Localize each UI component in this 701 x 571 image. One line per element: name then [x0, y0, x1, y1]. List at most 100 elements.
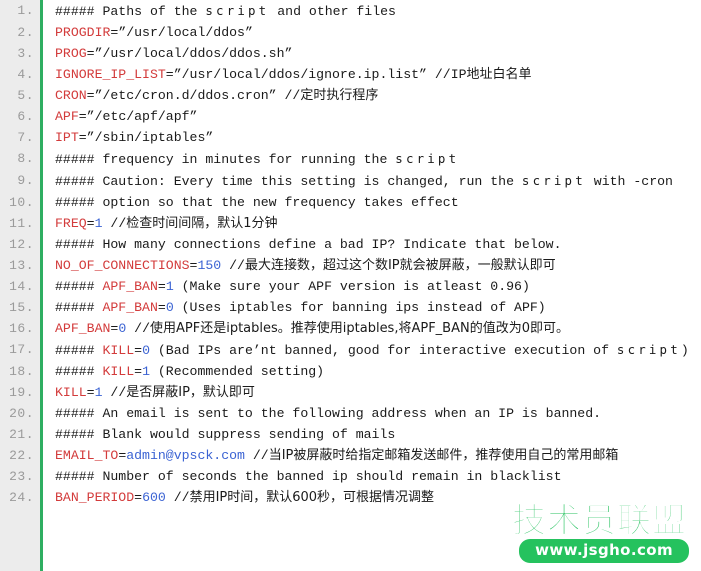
code-token-num: 1	[94, 216, 103, 231]
code-token-plain: //	[102, 385, 127, 400]
code-token-var: BAN_PERIOD	[55, 490, 135, 505]
code-token-var: APF_BAN	[102, 279, 158, 294]
code-token-plain: #####	[55, 364, 103, 379]
code-token-plain: ##### frequency in minutes for running t…	[55, 152, 396, 167]
code-line[interactable]: 13. NO_OF_CONNECTIONS=150 //最大连接数，超过这个数IP…	[0, 255, 701, 276]
code-token-plain: =	[134, 490, 143, 505]
code-line[interactable]: 3. PROG=”/usr/local/ddos/ddos.sh”	[0, 43, 701, 64]
code-token-var: KILL	[102, 364, 135, 379]
code-line[interactable]: 5. CRON=”/etc/cron.d/ddos.cron” //定时执行程序	[0, 85, 701, 106]
code-token-plain: (Recommended setting)	[149, 364, 325, 379]
code-token-var: EMAIL_TO	[55, 448, 119, 463]
code-token-script: script	[521, 173, 586, 188]
code-line[interactable]: 6. APF=”/etc/apf/apf”	[0, 106, 701, 127]
code-token-plain: #####	[55, 343, 103, 358]
code-token-var: IGNORE_IP_LIST	[55, 67, 166, 82]
code-line[interactable]: 7. IPT=”/sbin/iptables”	[0, 127, 701, 148]
code-token-plain: (Make sure your APF version is atleast 0…	[173, 279, 530, 294]
line-number: 5.	[17, 88, 34, 103]
watermark-brand-text: 技术员联盟	[512, 501, 687, 541]
code-line[interactable]: 8. ##### frequency in minutes for running…	[0, 148, 701, 170]
code-line[interactable]: 4. IGNORE_IP_LIST=”/usr/local/ddos/ignore…	[0, 64, 701, 85]
code-token-num: 0	[142, 343, 150, 358]
code-line[interactable]: 23. ##### Number of seconds the banned ip…	[0, 466, 701, 487]
code-token-cn: 定时执行程序	[300, 88, 379, 103]
code-token-script: script	[395, 151, 460, 166]
code-token-plain: #####	[55, 279, 103, 294]
code-token-plain: ##### Number of seconds the banned ip sh…	[55, 469, 562, 484]
code-line[interactable]: 15. ##### APF_BAN=0 (Uses iptables for ba…	[0, 297, 701, 318]
code-line[interactable]: 20. ##### An email is sent to the followi…	[0, 403, 701, 424]
code-token-var: APF_BAN	[102, 300, 158, 315]
code-token-var: APF	[55, 109, 79, 124]
line-number: 9.	[17, 173, 34, 188]
code-block: 1. ##### Paths of the script and other fi…	[0, 0, 701, 571]
watermark-url-badge: www.jsgho.com	[519, 539, 689, 563]
code-token-cn: 检查时间间隔，默认1分钟	[126, 216, 278, 231]
line-number: 18.	[9, 364, 34, 379]
code-token-var: CRON	[55, 88, 87, 103]
code-line[interactable]: 11. FREQ=1 //检查时间间隔，默认1分钟	[0, 213, 701, 234]
line-number: 10.	[9, 195, 34, 210]
code-token-plain: =”/etc/cron.d/ddos.cron” //	[86, 88, 301, 103]
code-token-plain: //	[244, 448, 269, 463]
code-line[interactable]: 2. PROGDIR=”/usr/local/ddos”	[0, 22, 701, 43]
code-token-var: PROGDIR	[55, 25, 111, 40]
line-number: 15.	[9, 300, 34, 315]
code-line[interactable]: 19. KILL=1 //是否屏蔽IP，默认即可	[0, 382, 701, 403]
code-token-plain: =	[86, 216, 95, 231]
line-number: 24.	[9, 490, 34, 505]
code-token-num: 600	[142, 490, 166, 505]
code-token-var: KILL	[102, 343, 135, 358]
code-line[interactable]: 18. ##### KILL=1 (Recommended setting)	[0, 361, 701, 382]
code-token-plain: =”/usr/local/ddos/ignore.ip.list” //IP	[165, 67, 467, 82]
code-line[interactable]: 14. ##### APF_BAN=1 (Make sure your APF v…	[0, 276, 701, 297]
code-token-num: 1	[142, 364, 150, 379]
code-token-plain: =	[157, 279, 166, 294]
line-number: 14.	[9, 279, 34, 294]
code-token-cn: 地址白名单	[466, 67, 532, 82]
line-number: 8.	[17, 151, 34, 166]
code-line[interactable]: 24. BAN_PERIOD=600 //禁用IP时间，默认600秒，可根据情况调…	[0, 487, 701, 508]
code-line[interactable]: 1. ##### Paths of the script and other fi…	[0, 0, 701, 22]
code-token-script: script	[205, 3, 270, 18]
code-token-plain: =	[134, 343, 143, 358]
code-token-plain: =	[157, 300, 166, 315]
line-number: 20.	[9, 406, 34, 421]
code-token-plain: //	[102, 216, 127, 231]
code-token-cn: 是否屏蔽IP，默认即可	[126, 385, 255, 400]
line-number: 1.	[17, 3, 34, 18]
code-token-var: PROG	[55, 46, 87, 61]
code-token-plain: =	[86, 385, 95, 400]
code-token-num: 0	[165, 300, 174, 315]
code-token-plain: (Uses iptables for banning ips instead o…	[173, 300, 546, 315]
code-line[interactable]: 16. APF_BAN=0 //使用APF还是iptables。推荐使用iptab…	[0, 318, 701, 339]
code-line[interactable]: 17. ##### KILL=0 (Bad IPs are’nt banned, …	[0, 339, 701, 361]
line-number: 7.	[17, 130, 34, 145]
line-number: 22.	[9, 448, 34, 463]
code-token-plain: =	[134, 364, 143, 379]
code-line[interactable]: 22. EMAIL_TO=admin@vpsck.com //当IP被屏蔽时给指定…	[0, 445, 701, 466]
code-line[interactable]: 10. ##### option so that the new frequenc…	[0, 192, 701, 213]
code-token-plain: ##### option so that the new frequency t…	[55, 195, 459, 210]
code-token-var: APF_BAN	[55, 321, 111, 336]
code-token-plain: =”/etc/apf/apf”	[78, 109, 198, 124]
code-token-num: 150	[197, 258, 222, 273]
code-token-var: IPT	[55, 130, 79, 145]
code-line[interactable]: 21. ##### Blank would suppress sending of…	[0, 424, 701, 445]
code-line[interactable]: 9. ##### Caution: Every time this setting…	[0, 170, 701, 192]
code-token-cn: 禁用IP时间，默认600秒，可根据情况调整	[189, 490, 435, 505]
code-token-plain: #####	[55, 300, 103, 315]
code-token-plain: (Bad IPs are’nt banned, good for interac…	[149, 343, 617, 358]
code-token-num: admin@vpsck.com	[126, 448, 245, 463]
code-line-list: 1. ##### Paths of the script and other fi…	[0, 0, 701, 508]
line-number: 13.	[9, 258, 34, 273]
code-token-plain: //	[221, 258, 245, 273]
code-token-plain: ##### An email is sent to the following …	[55, 406, 602, 421]
watermark: 技术员联盟 www.jsgho.com	[457, 503, 693, 565]
code-token-num: 1	[94, 385, 103, 400]
line-number: 17.	[9, 342, 34, 357]
code-line[interactable]: 12. ##### How many connections define a b…	[0, 234, 701, 255]
code-token-script: script	[616, 342, 681, 357]
line-number: 16.	[9, 321, 34, 336]
